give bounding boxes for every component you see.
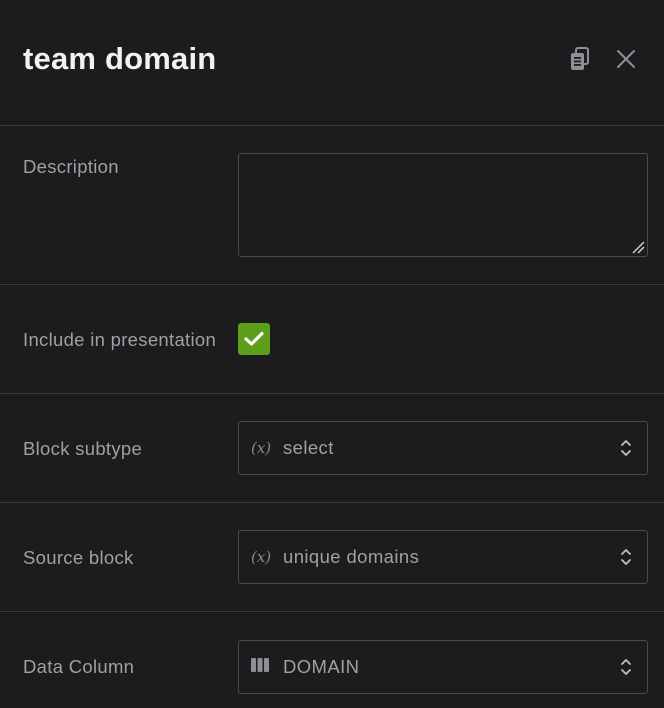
source-block-row: Source block (x) unique domains [0, 503, 664, 612]
header-actions [566, 45, 640, 73]
include-row: Include in presentation [0, 285, 664, 394]
chevron-up-down-icon [619, 656, 633, 678]
chevron-up-down-icon [619, 437, 633, 459]
data-column-label: Data Column [23, 656, 135, 677]
source-block-select[interactable]: (x) unique domains [238, 530, 648, 584]
description-row: Description [0, 126, 664, 285]
include-checkbox[interactable] [238, 323, 270, 355]
block-subtype-row: Block subtype (x) select [0, 394, 664, 503]
panel-header: team domain [0, 0, 664, 126]
include-label: Include in presentation [23, 328, 217, 350]
clipboard-icon [571, 46, 589, 70]
variable-icon: (x) [251, 548, 272, 566]
block-subtype-select[interactable]: (x) select [238, 421, 648, 475]
data-column-row: Data Column DOMAIN [0, 612, 664, 708]
block-subtype-value: select [283, 437, 334, 458]
description-label: Description [23, 156, 119, 177]
data-column-value: DOMAIN [283, 655, 360, 677]
panel-title: team domain [23, 40, 217, 76]
description-textarea[interactable] [238, 153, 648, 257]
column-icon [251, 657, 283, 677]
source-block-value: unique domains [283, 546, 420, 567]
close-icon [617, 49, 635, 68]
copy-button[interactable] [566, 45, 594, 73]
chevron-up-down-icon [619, 546, 633, 568]
close-button[interactable] [612, 45, 640, 73]
variable-icon: (x) [251, 439, 272, 457]
data-column-select[interactable]: DOMAIN [238, 639, 648, 694]
resize-handle-icon[interactable] [631, 240, 645, 254]
block-subtype-label: Block subtype [23, 437, 143, 459]
block-settings-panel: team domain Description Include in prese… [0, 0, 664, 708]
checkmark-icon [244, 331, 264, 346]
source-block-label: Source block [23, 546, 134, 568]
